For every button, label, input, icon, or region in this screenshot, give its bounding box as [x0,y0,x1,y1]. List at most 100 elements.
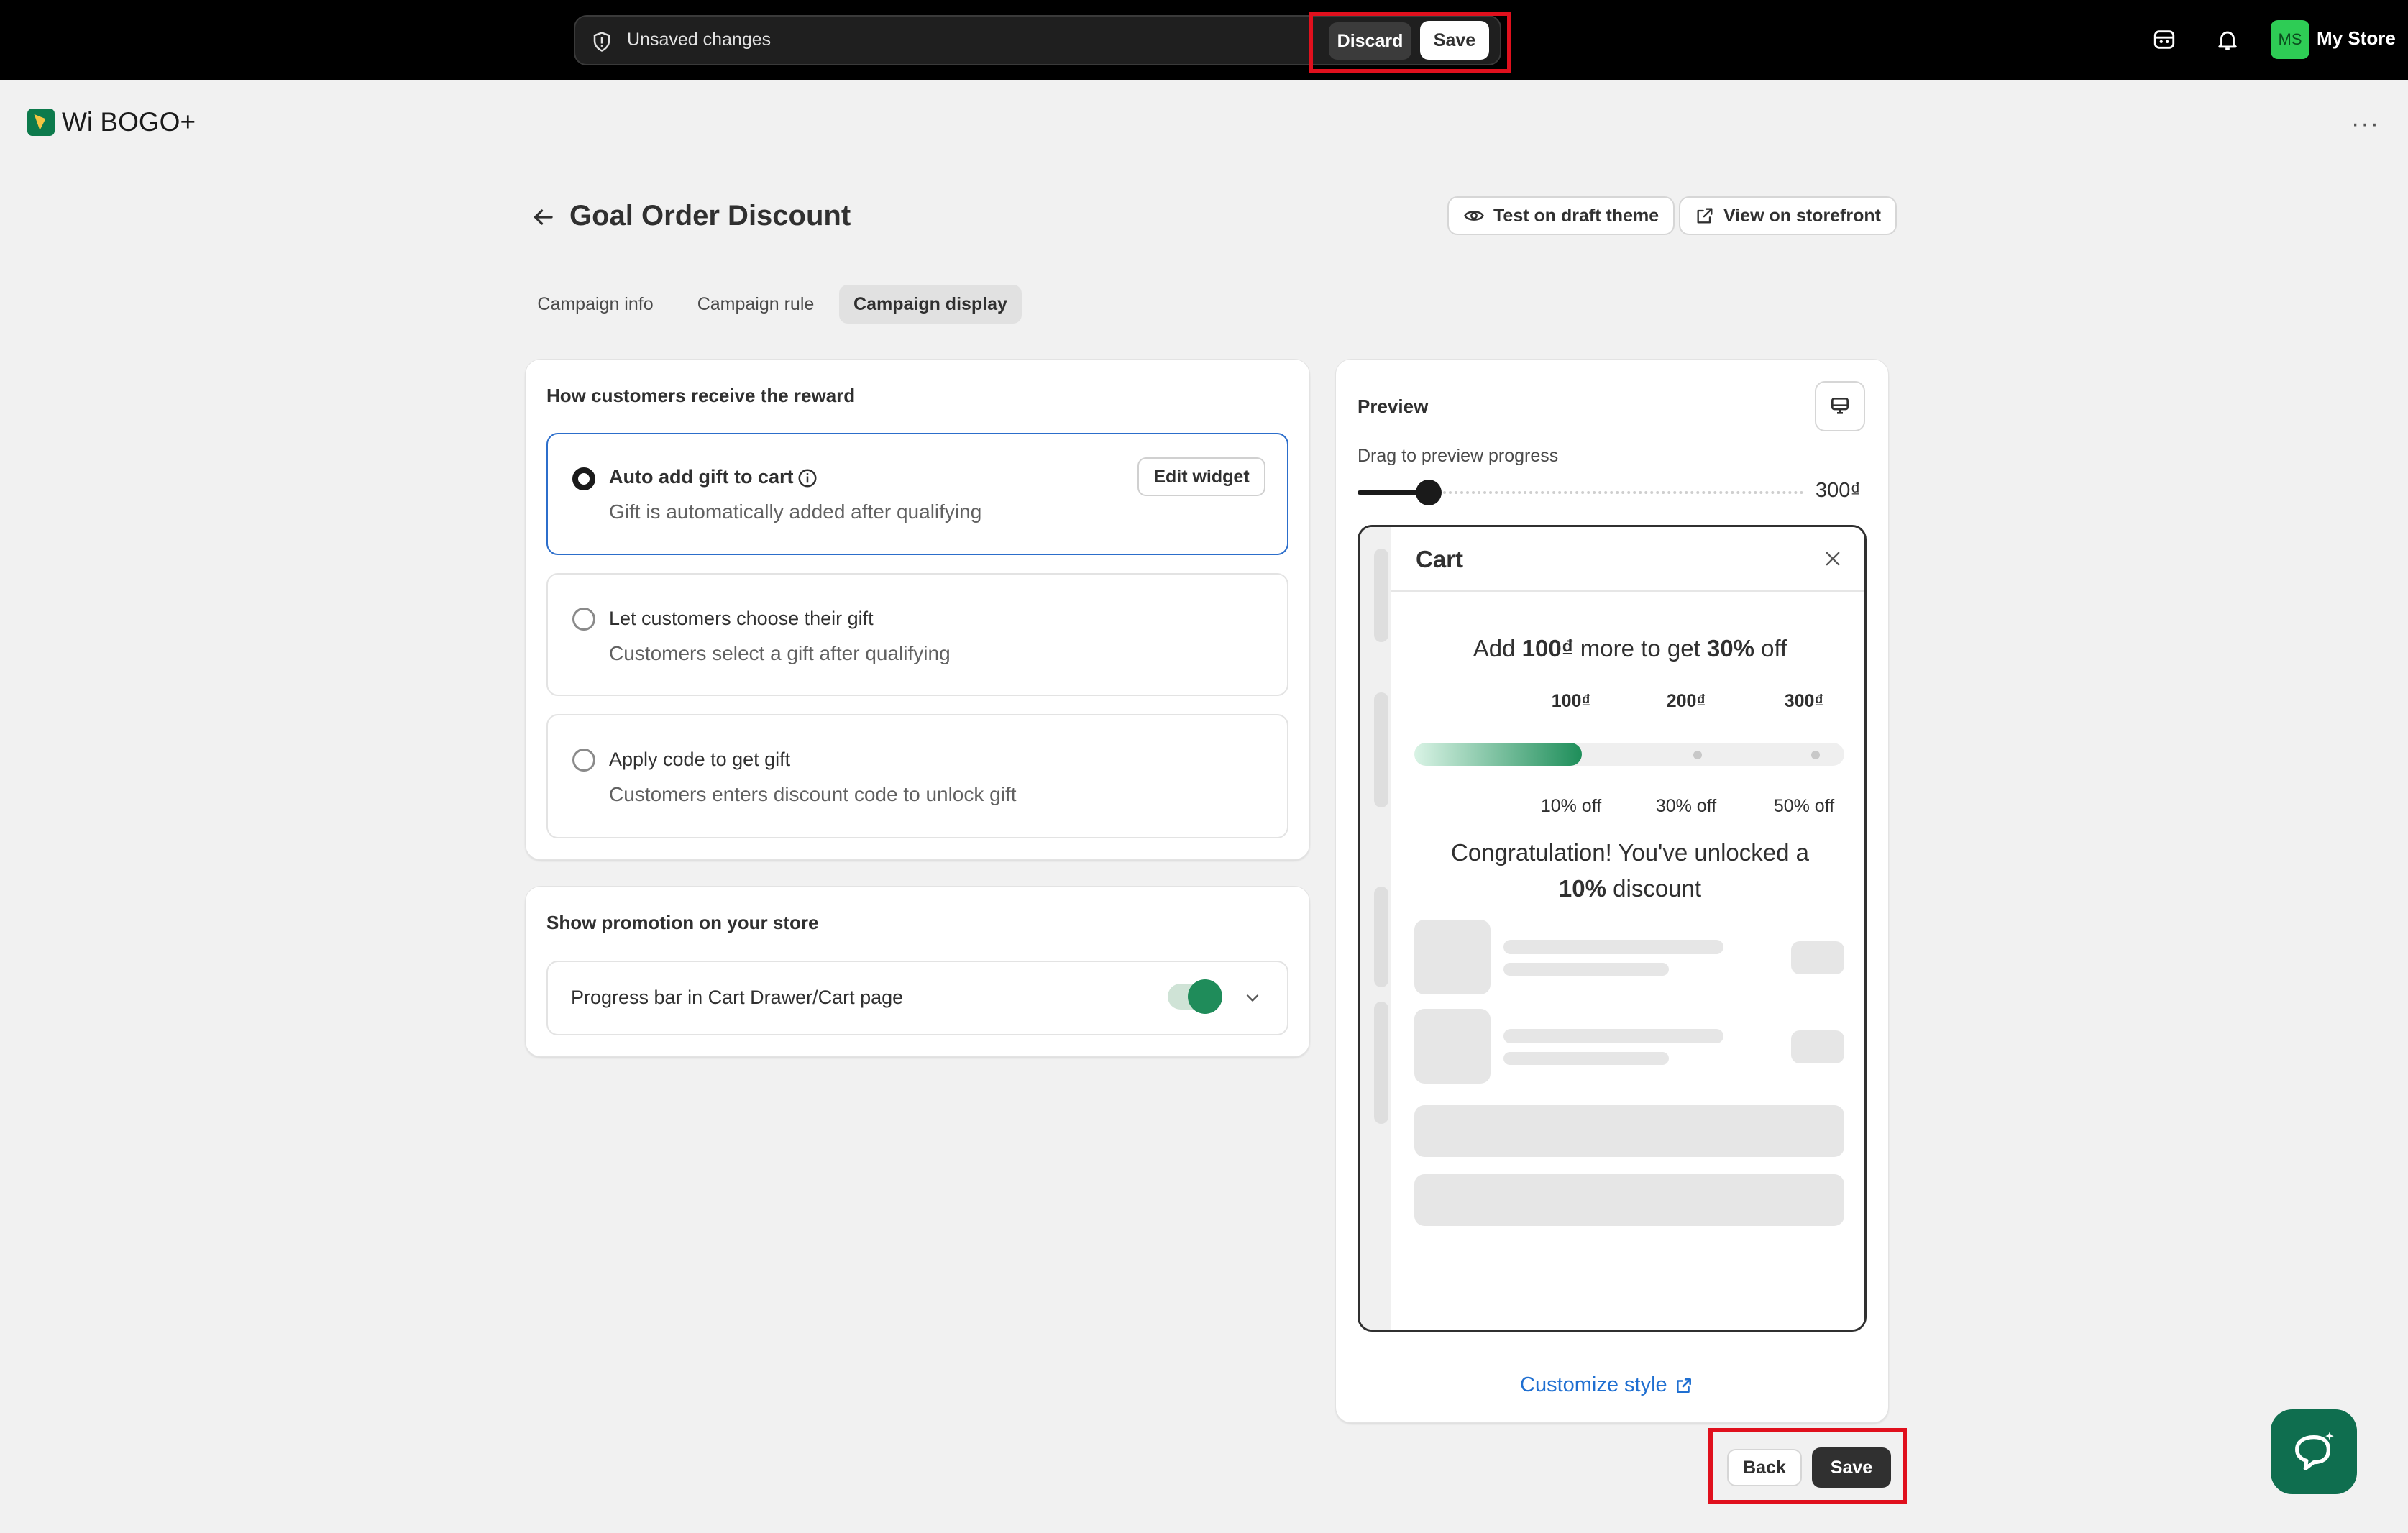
cart-divider [1391,590,1864,592]
skeleton-line [1503,940,1723,954]
app-logo-icon [27,109,55,136]
app-header: Wi BOGO+ ··· [0,80,2408,163]
customize-style-link[interactable]: Customize style [1520,1373,1693,1397]
tab-campaign-rule[interactable]: Campaign rule [683,285,828,324]
option-description: Customers select a gift after qualifying [609,642,951,664]
slider-handle[interactable] [1416,480,1442,505]
goal-percent: 30% [1706,635,1754,662]
desktop-preview-button[interactable] [1815,381,1865,431]
tier-marker [1811,751,1820,759]
congrats-line: Congratulation! You've unlocked a [1450,839,1809,866]
skeleton-line [1503,963,1669,976]
skeleton-product-image [1414,1009,1491,1084]
back-button[interactable]: Back [1727,1449,1802,1486]
progress-slider[interactable] [1358,480,1803,505]
tier-reward-1: 10% off [1540,796,1602,816]
radio-auto-add-gift[interactable] [572,467,595,490]
cart-title: Cart [1416,546,1464,572]
congrats-suffix: discount [1606,875,1702,902]
congrats-message: Congratulation! You've unlocked a 10% di… [1420,835,1840,907]
bell-icon[interactable] [2215,27,2240,52]
skeleton-line [1503,1052,1669,1065]
skeleton-line [1503,1029,1723,1043]
backdrop-shape [1374,692,1388,807]
view-storefront-button[interactable]: View on storefront [1679,196,1897,235]
option-label: Apply code to get gift [609,749,791,770]
eye-icon [1464,211,1484,221]
option-choose-gift[interactable]: Let customers choose their gift Customer… [546,573,1288,696]
back-arrow-icon[interactable] [530,204,556,230]
option-label: Let customers choose their gift [609,608,874,629]
skeleton-price [1791,1030,1844,1063]
more-actions-icon[interactable]: ··· [2351,110,2380,138]
tier-reward-2: 30% off [1655,796,1717,816]
test-draft-theme-label: Test on draft theme [1493,205,1659,226]
goal-message: Add 100₫ more to get 30% off [1391,635,1864,662]
skeleton-button [1414,1174,1844,1226]
slider-value: 300₫ [1816,479,1862,502]
cart-preview-frame: Cart Add 100₫ more to get 30% off 100₫ 2… [1358,525,1867,1332]
skeleton-button [1414,1105,1844,1157]
promotion-progress-bar-row[interactable]: Progress bar in Cart Drawer/Cart page [546,961,1288,1035]
option-label: Auto add gift to cart [609,466,794,488]
slider-track-rest [1443,491,1803,494]
store-name[interactable]: My Store [2317,27,2396,50]
radio-apply-code[interactable] [572,749,595,772]
page-title: Goal Order Discount [569,200,851,232]
tab-campaign-display[interactable]: Campaign display [839,285,1022,324]
chat-support-button[interactable] [2271,1409,2357,1494]
app-name: Wi BOGO+ [62,107,196,137]
option-auto-add-gift[interactable]: Auto add gift to cart Gift is automatica… [546,433,1288,555]
tab-campaign-info[interactable]: Campaign info [523,285,667,324]
option-description: Customers enters discount code to unlock… [609,783,1017,805]
goal-prefix: Add [1473,635,1522,662]
backdrop-shape [1374,887,1388,987]
tier-amount-2: 200₫ [1666,691,1706,711]
edit-widget-button[interactable]: Edit widget [1137,457,1265,496]
goal-suffix: off [1754,635,1787,662]
cart-drawer: Cart Add 100₫ more to get 30% off 100₫ 2… [1391,527,1864,1330]
goal-amount: 100₫ [1521,635,1574,662]
customize-style-label: Customize style [1520,1373,1667,1396]
save-button-top[interactable]: Save [1420,21,1489,60]
goal-progress-fill [1414,743,1582,766]
tier-amount-3: 300₫ [1784,691,1824,711]
save-button-bottom[interactable]: Save [1812,1447,1891,1488]
skeleton-price [1791,941,1844,974]
chat-icon [2295,1432,2334,1470]
option-description: Gift is automatically added after qualif… [609,500,982,523]
tier-amount-1: 100₫ [1551,691,1591,711]
goal-middle: more to get [1573,635,1707,662]
external-link-icon [1697,208,1713,224]
radio-choose-gift[interactable] [572,608,595,631]
avatar[interactable]: MS [2271,20,2309,59]
option-apply-code[interactable]: Apply code to get gift Customers enters … [546,714,1288,838]
discard-button[interactable]: Discard [1329,22,1411,60]
unsaved-changes-text: Unsaved changes [627,29,772,50]
goal-progress-bar [1414,743,1844,766]
chevron-down-icon[interactable] [1242,988,1263,1008]
info-icon[interactable] [797,467,818,489]
tier-marker [1693,751,1702,759]
drag-preview-label: Drag to preview progress [1358,446,1559,466]
storefront-backdrop [1360,527,1391,1330]
close-icon[interactable] [1823,549,1843,569]
promotion-item-label: Progress bar in Cart Drawer/Cart page [571,987,904,1008]
view-storefront-label: View on storefront [1723,205,1882,226]
backdrop-shape [1374,549,1388,642]
skeleton-product-image [1414,920,1491,994]
alert-icon [593,32,610,52]
test-draft-theme-button[interactable]: Test on draft theme [1447,196,1675,235]
store-icon[interactable] [2152,27,2176,52]
congrats-percent: 10% [1558,875,1606,902]
promotion-card-title: Show promotion on your store [546,912,819,933]
backdrop-shape [1374,1002,1388,1124]
external-link-icon [1676,1378,1691,1393]
preview-title: Preview [1358,395,1429,417]
admin-topbar: Unsaved changes Discard Save MS My Store [0,0,2408,80]
promotion-toggle[interactable] [1168,979,1222,1014]
reward-card-title: How customers receive the reward [546,385,856,406]
tier-reward-3: 50% off [1773,796,1835,816]
monitor-icon [1831,398,1849,414]
toggle-knob [1188,979,1222,1014]
